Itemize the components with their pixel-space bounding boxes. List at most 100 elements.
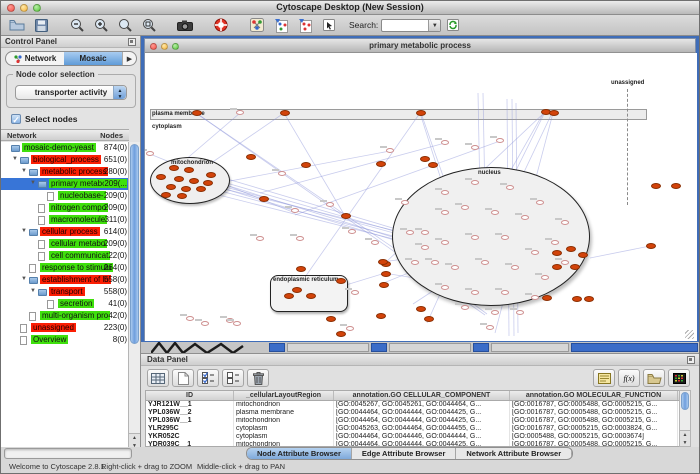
tree-row[interactable]: mosaic-demo-yeast874(0) [1, 142, 129, 154]
tree-row[interactable]: ▼cellular process614(0) [1, 226, 129, 238]
gene-node[interactable] [541, 275, 549, 280]
selected-gene-node[interactable] [189, 178, 199, 184]
tree-row-label[interactable]: Overview [31, 335, 68, 344]
annotation-icon[interactable] [317, 16, 341, 35]
vizmapper-icon[interactable] [245, 16, 269, 35]
selected-gene-node[interactable] [671, 183, 681, 189]
table-row[interactable]: YLR295Ccytoplasm[GO:0045263, GO:0044464,… [146, 425, 680, 433]
selected-gene-node[interactable] [424, 316, 434, 322]
gene-node[interactable] [146, 151, 154, 156]
nucleus-region[interactable] [392, 167, 590, 306]
gene-node[interactable] [561, 220, 569, 225]
minimized-window-icon[interactable] [371, 343, 387, 352]
selected-gene-node[interactable] [192, 110, 202, 116]
selected-gene-node[interactable] [420, 156, 430, 162]
snapshot-camera-icon[interactable] [173, 16, 197, 35]
tree-scrollbar[interactable]: ▲▼ [128, 142, 140, 449]
minimized-window-bar[interactable] [491, 343, 569, 352]
selected-gene-node[interactable] [376, 161, 386, 167]
tree-row-label[interactable]: secretion [58, 299, 94, 308]
selected-gene-node[interactable] [379, 282, 389, 288]
selected-gene-node[interactable] [651, 183, 661, 189]
tree-row[interactable]: Overview8(0) [1, 334, 129, 346]
gene-node[interactable] [441, 285, 449, 290]
tree-row[interactable]: cell communicat22(0) [1, 250, 129, 262]
tree-row[interactable]: ▼biological_process651(0) [1, 154, 129, 166]
tree-row[interactable]: ▼primary metabo209(... [1, 178, 129, 190]
tree-row-label[interactable]: primary metabo [49, 179, 109, 188]
gene-node[interactable] [236, 110, 244, 115]
refresh-search-index-icon[interactable] [441, 16, 465, 35]
table-row[interactable]: YPL036W__1mitochondrion[GO:0044464, GO:0… [146, 417, 680, 425]
open-file-icon[interactable] [5, 16, 29, 35]
gene-node[interactable] [256, 236, 264, 241]
apply-layout-nodes-icon[interactable] [269, 16, 293, 35]
gene-node[interactable] [536, 200, 544, 205]
selected-gene-node[interactable] [292, 287, 302, 293]
table-column-header[interactable]: annotation.GO CELLULAR_COMPONENT [334, 391, 510, 400]
zoom-fit-icon[interactable] [113, 16, 137, 35]
selected-gene-node[interactable] [161, 192, 171, 198]
gene-node[interactable] [201, 321, 209, 326]
table-scrollbar-thumb[interactable] [681, 392, 689, 410]
gene-node[interactable] [186, 316, 194, 321]
gene-node[interactable] [496, 138, 504, 143]
selected-gene-node[interactable] [184, 167, 194, 173]
selected-gene-node[interactable] [381, 271, 391, 277]
tree-row-label[interactable]: metabolic process [40, 167, 108, 176]
table-scrollbar[interactable]: ▲▼ [679, 390, 691, 447]
gene-node[interactable] [233, 321, 241, 326]
gene-node[interactable] [278, 171, 286, 176]
gene-node[interactable] [421, 230, 429, 235]
gene-node[interactable] [406, 230, 414, 235]
minimized-window-bar[interactable] [287, 343, 369, 352]
tree-row-label[interactable]: biological_process [31, 155, 101, 164]
node-color-dropdown[interactable]: transporter activity ▲▼ [15, 85, 127, 100]
gene-node[interactable] [348, 229, 356, 234]
zoom-in-icon[interactable] [89, 16, 113, 35]
attribute-table-icon[interactable] [147, 369, 169, 387]
tree-row[interactable]: ▼establishment of lo558(0) [1, 274, 129, 286]
help-lifering-icon[interactable] [209, 16, 233, 35]
gene-node[interactable] [531, 250, 539, 255]
select-nodes-checkbox[interactable]: ✓ [11, 114, 21, 124]
function-builder-icon[interactable]: f(x) [618, 369, 640, 387]
minimized-window-icon[interactable] [473, 343, 489, 352]
table-column-header[interactable]: ID [146, 391, 234, 400]
table-column-header[interactable]: _cellularLayoutRegion [234, 391, 334, 400]
selected-gene-node[interactable] [578, 252, 588, 258]
selected-gene-node[interactable] [336, 278, 346, 284]
selected-gene-node[interactable] [542, 295, 552, 301]
gene-node[interactable] [481, 260, 489, 265]
selected-gene-node[interactable] [166, 184, 176, 190]
float-panel-icon[interactable] [687, 356, 695, 364]
expand-arrow-icon[interactable]: ▼ [21, 228, 27, 234]
select-attributes-icon[interactable] [197, 369, 219, 387]
gene-node[interactable] [441, 210, 449, 215]
expand-arrow-icon[interactable]: ▼ [30, 180, 36, 186]
minimized-window-titlebar[interactable] [571, 343, 698, 352]
gene-node[interactable] [471, 290, 479, 295]
search-input[interactable]: ▼ [381, 19, 441, 32]
selected-gene-node[interactable] [306, 293, 316, 299]
gene-node[interactable] [471, 180, 479, 185]
gene-node[interactable] [431, 260, 439, 265]
tree-row[interactable]: unassigned223(0) [1, 322, 129, 334]
apply-layout-edges-icon[interactable] [293, 16, 317, 35]
search-dropdown-arrow-icon[interactable]: ▼ [428, 20, 440, 31]
tree-row-label[interactable]: establishment of lo [40, 275, 111, 284]
tab-network[interactable]: Network [6, 52, 64, 65]
selected-gene-node[interactable] [549, 110, 559, 116]
tree-row[interactable]: nitrogen compo209(0) [1, 202, 129, 214]
gene-node[interactable] [531, 295, 539, 300]
selected-gene-node[interactable] [196, 186, 206, 192]
tree-row-label[interactable]: cellular process [40, 227, 100, 236]
gene-node[interactable] [521, 215, 529, 220]
tab-node-attribute-browser[interactable]: Node Attribute Browser [247, 448, 352, 459]
selected-gene-node[interactable] [280, 110, 290, 116]
gene-node[interactable] [461, 305, 469, 310]
selected-gene-node[interactable] [301, 162, 311, 168]
tree-scrollbar-thumb[interactable] [130, 144, 139, 344]
gene-node[interactable] [296, 236, 304, 241]
gene-node[interactable] [401, 200, 409, 205]
